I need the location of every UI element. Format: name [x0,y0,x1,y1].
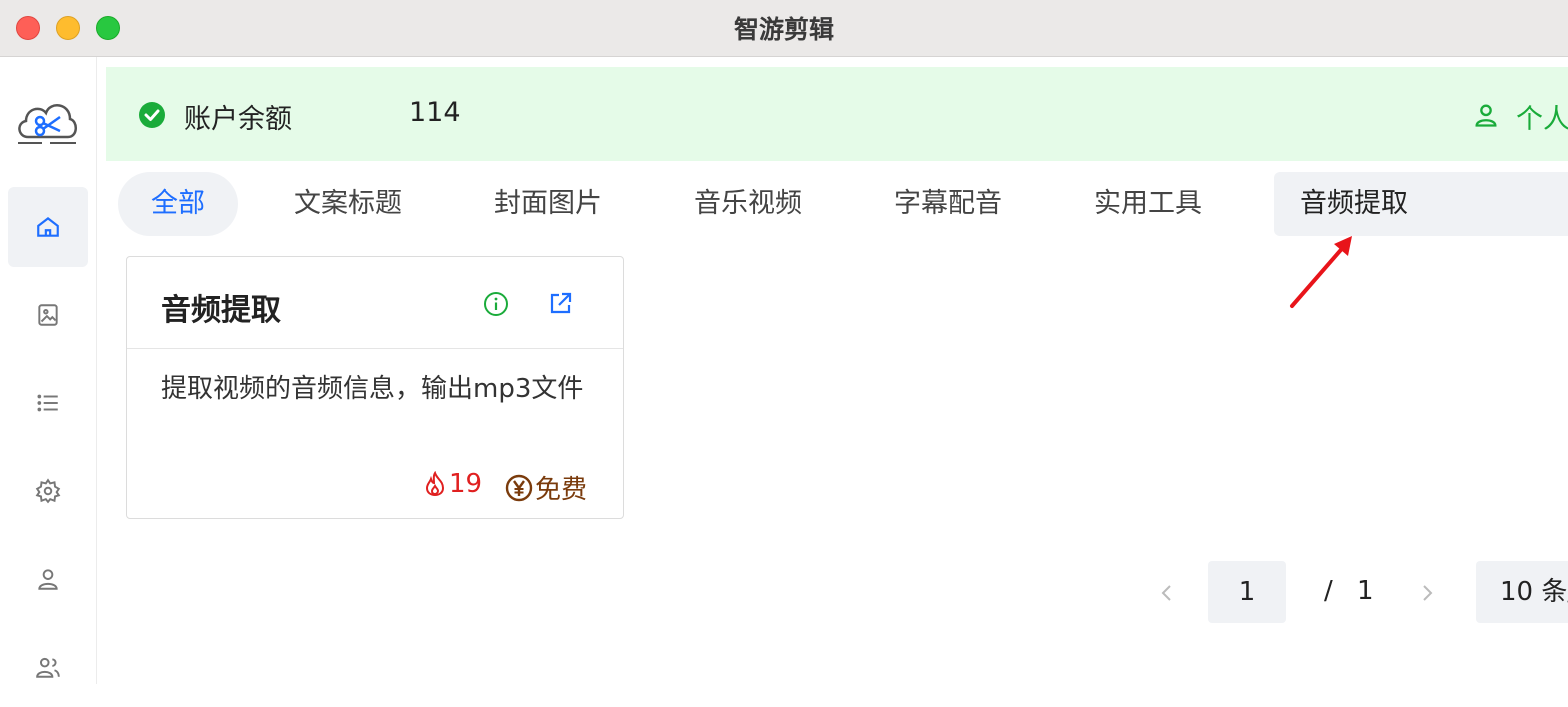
price-tag: 免费 [505,469,587,506]
tab-cover-image[interactable]: 封面图片 [494,172,602,236]
price-value: 免费 [535,475,588,505]
app-logo-icon [18,104,77,144]
page-size-select[interactable]: 10 条/ [1476,561,1568,623]
hot-count-value: 19 [449,469,483,499]
hot-count: 19 [423,469,482,499]
sidebar-item-list[interactable] [8,363,88,443]
sidebar-item-users[interactable] [8,627,88,707]
sidebar-item-settings[interactable] [8,451,88,531]
tab-music-video[interactable]: 音乐视频 [694,172,802,236]
sidebar [0,57,97,684]
page-separator: / [1324,576,1333,606]
annotation-arrow-icon [1290,236,1352,308]
card-header: 音频提取 [127,257,623,349]
page-current[interactable]: 1 [1208,561,1286,623]
fire-icon [425,471,445,497]
profile-link[interactable]: 个人 [1516,97,1568,136]
card-title: 音频提取 [161,293,281,328]
chevron-left-icon[interactable] [1156,580,1178,606]
balance-label: 账户余额 [184,104,292,135]
chevron-right-icon[interactable] [1416,580,1438,606]
profile-icon[interactable] [1472,101,1500,129]
image-icon [38,304,58,326]
tab-copywriting[interactable]: 文案标题 [294,172,402,236]
account-banner: 账户余额 114 个人 [106,67,1568,161]
tool-card[interactable]: 音频提取 提取视频的音频信息，输出mp3文件 19 免费 [126,256,624,519]
tab-utilities[interactable]: 实用工具 [1094,172,1202,236]
users-icon [36,657,60,678]
title-bar: 智游剪辑 [0,0,1568,57]
sidebar-item-home[interactable] [8,187,88,267]
tab-audio-extract[interactable]: 音频提取 [1274,172,1568,236]
tab-all[interactable]: 全部 [118,172,238,236]
window-title: 智游剪辑 [733,15,834,44]
external-link-icon[interactable] [547,291,573,317]
card-description: 提取视频的音频信息，输出mp3文件 [161,374,584,404]
balance-value: 114 [409,97,461,128]
sidebar-item-user[interactable] [8,539,88,619]
yuan-coin-icon [505,474,533,501]
check-circle-icon [139,102,165,128]
list-icon [37,394,58,412]
home-icon [37,216,59,237]
tab-subtitle-dubbing[interactable]: 字幕配音 [894,172,1002,236]
sidebar-item-image[interactable] [8,275,88,355]
gear-icon [35,478,61,504]
info-icon[interactable] [483,291,509,317]
user-icon [38,569,58,590]
page-total: 1 [1357,576,1374,606]
